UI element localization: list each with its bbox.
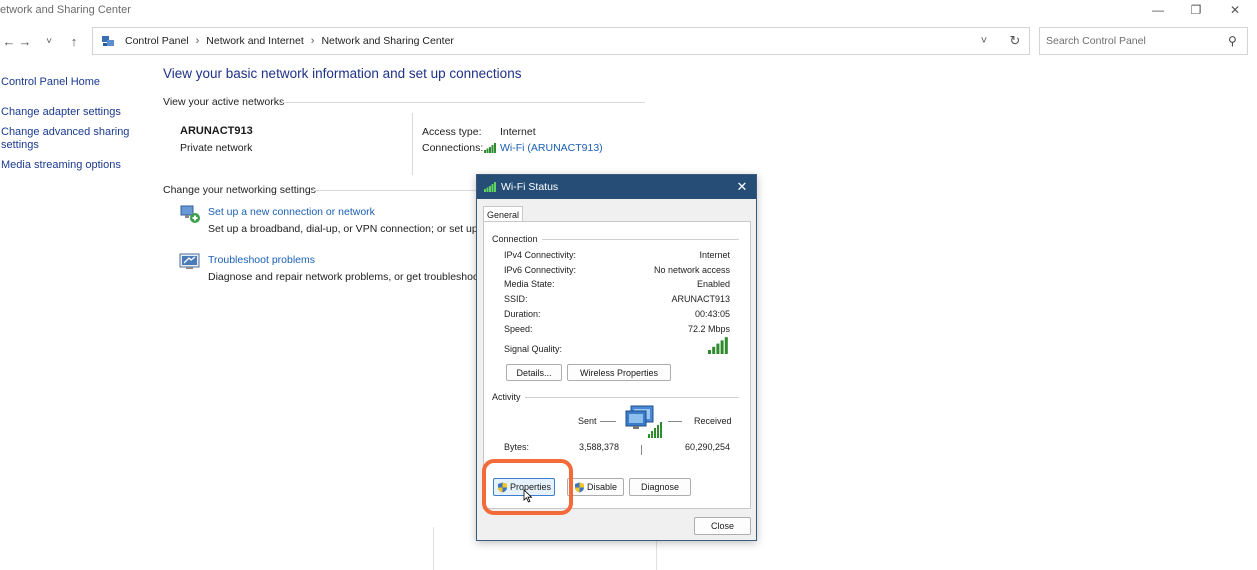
signal-bar [716,343,720,354]
breadcrumb-separator: › [195,35,200,47]
received-label: Received [694,416,732,426]
new-connection-icon [180,205,200,223]
section-divider [282,102,645,103]
troubleshoot-desc: Diagnose and repair network problems, or… [208,271,488,283]
signal-bar [708,350,711,354]
tab-general[interactable]: General [483,206,523,222]
connections-label: Connections: [422,142,484,154]
mouse-cursor-icon [523,489,533,503]
connections-link-wifi[interactable]: Wi-Fi (ARUNACT913) [500,142,603,154]
network-divider [412,113,413,175]
active-networks-heading: View your active networks [163,96,284,108]
troubleshoot-icon [179,253,200,269]
bytes-label: Bytes: [504,442,530,452]
sidebar-item-media-streaming[interactable]: Media streaming options [1,159,121,172]
network-name: ARUNACT913 [180,125,253,137]
sidebar-item-control-panel-home[interactable]: Control Panel Home [1,76,100,89]
activity-group-label: Activity [492,392,525,402]
disable-button-label: Disable [586,482,617,492]
minimize-button[interactable]: — [1138,0,1178,20]
signal-quality-label: Signal Quality: [504,344,563,354]
background-divider [433,527,434,570]
wireless-properties-button[interactable]: Wireless Properties [567,364,671,381]
recent-locations-button[interactable]: ˅ [40,32,58,50]
speed-label: Speed: [504,324,533,334]
ipv6-label: IPv6 Connectivity: [504,265,577,275]
ipv4-value: Internet [699,250,730,260]
window-title: etwork and Sharing Center [0,4,131,16]
close-window-button[interactable]: ✕ [1215,0,1255,20]
ssid-value: ARUNACT913 [671,294,730,304]
forward-button[interactable]: → [16,32,34,50]
close-button[interactable]: Close [694,517,751,535]
setup-connection-link[interactable]: Set up a new connection or network [208,206,375,218]
address-bar[interactable]: Control Panel › Network and Internet › N… [92,27,1030,55]
ipv6-value: No network access [653,265,730,275]
sent-line [600,421,616,422]
search-icon[interactable]: ⚲ [1228,34,1237,48]
highlight-annotation [482,459,573,515]
bytes-sent-value: 3,588,378 [578,442,619,452]
active-networks-heading-text: View your active networks [163,96,285,108]
search-input[interactable] [1046,35,1216,47]
duration-label: Duration: [504,309,541,319]
refresh-button[interactable]: ↻ [1006,32,1024,50]
signal-bar [724,337,728,354]
address-dropdown-button[interactable]: ˅ [975,32,993,50]
up-button[interactable]: ↑ [65,32,83,50]
access-type-label: Access type: [422,126,482,138]
bytes-received-value: 60,290,254 [684,442,730,452]
media-state-value: Enabled [696,279,730,289]
search-box[interactable]: ⚲ [1039,27,1248,55]
sidebar-item-change-advanced-sharing[interactable]: Change advanced sharing settings [1,126,131,152]
page-title: View your basic network information and … [163,66,522,81]
breadcrumb-control-panel[interactable]: Control Panel [125,35,189,47]
group-divider [523,239,739,240]
network-type[interactable]: Private network [180,142,252,154]
group-divider [521,397,739,398]
disable-button[interactable]: Disable [567,478,624,496]
sent-label: Sent [578,416,597,426]
media-state-label: Media State: [504,279,555,289]
troubleshoot-link[interactable]: Troubleshoot problems [208,254,315,266]
connection-group-label: Connection [492,234,542,244]
access-type-value: Internet [500,126,536,138]
dialog-title: Wi-Fi Status [501,181,559,193]
uac-shield-icon [574,482,584,492]
ipv4-label: IPv4 Connectivity: [504,250,577,260]
breadcrumb-network-sharing-center[interactable]: Network and Sharing Center [321,35,454,47]
received-line [668,421,682,422]
change-settings-heading-text: Change your networking settings [163,184,316,196]
breadcrumb-separator: › [310,35,315,47]
change-settings-heading: Change your networking settings [163,184,316,196]
section-divider [312,190,482,191]
dialog-titlebar[interactable]: Wi-Fi Status [477,175,756,199]
wifi-signal-icon [484,182,496,192]
activity-divider [641,445,642,455]
setup-connection-desc: Set up a broadband, dial-up, or VPN conn… [208,223,493,235]
details-button[interactable]: Details... [506,364,562,381]
duration-value: 00:43:05 [694,309,730,319]
control-panel-icon [102,36,114,46]
speed-value: 72.2 Mbps [687,324,730,334]
breadcrumb-network-and-internet[interactable]: Network and Internet [206,35,303,47]
signal-quality-icon [708,337,728,354]
ssid-label: SSID: [504,294,528,304]
network-activity-icon [625,405,662,438]
dialog-close-icon[interactable]: ✕ [734,179,750,195]
diagnose-button[interactable]: Diagnose [629,478,691,496]
sidebar-item-change-adapter-settings[interactable]: Change adapter settings [1,106,121,119]
signal-bar [720,340,724,354]
signal-bar [712,346,716,354]
wifi-signal-icon [484,143,496,153]
restore-button[interactable]: ❐ [1176,0,1216,20]
